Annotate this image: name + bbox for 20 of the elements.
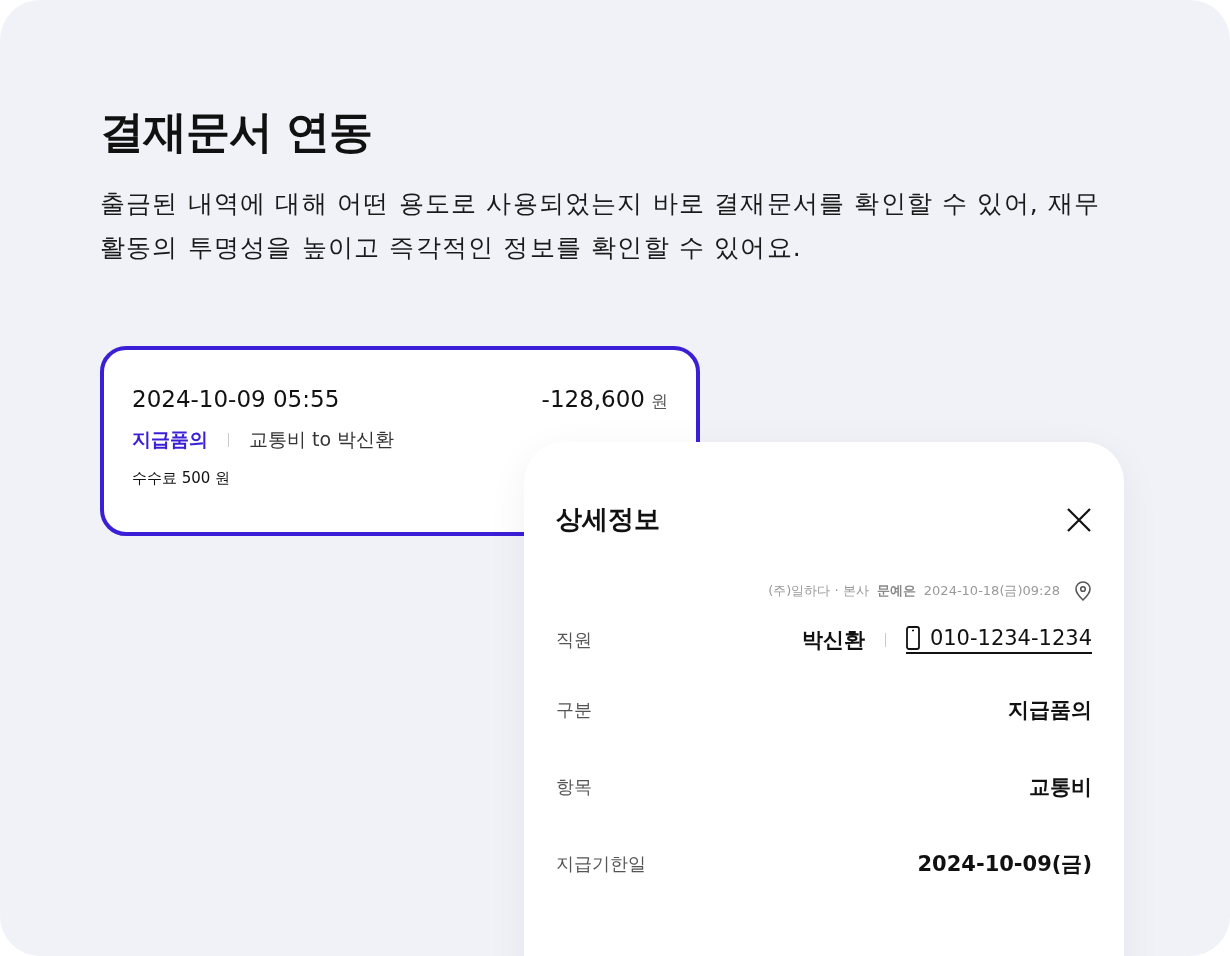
created-timestamp: 2024-10-18(금)09:28	[923, 582, 1060, 600]
section-description: 출금된 내역에 대해 어떤 용도로 사용되었는지 바로 결재문서를 확인할 수 있어, 재무활동의 투명성을 높이고 즉각적인 정보를 확인할 수 있어요.	[100, 188, 1102, 264]
currency-unit: 원	[651, 391, 668, 411]
transaction-datetime: 2024-10-09 05:55	[132, 386, 340, 412]
panel-title: 상세정보	[556, 503, 660, 536]
transaction-amount: -128,600	[541, 386, 645, 412]
field-value: 교통비	[1029, 773, 1092, 801]
field-label: 직원	[556, 628, 592, 652]
transaction-memo: 교통비 to 박신환	[249, 427, 395, 452]
company-branch: (주)일하다 · 본사	[768, 582, 869, 600]
field-label: 항목	[556, 774, 592, 799]
field-value: 지급품의	[1008, 696, 1092, 724]
field-value: 2024-10-09(금)	[917, 850, 1092, 878]
author-name: 문예은	[876, 582, 916, 600]
field-label: 지급기한일	[556, 851, 646, 876]
transaction-category: 지급품의	[132, 427, 208, 452]
section-heading: 결재문서 연동	[100, 105, 374, 159]
field-value: 박신환	[801, 627, 865, 654]
transaction-fee: 수수료 500 원	[132, 469, 232, 488]
field-label: 구분	[556, 697, 592, 722]
